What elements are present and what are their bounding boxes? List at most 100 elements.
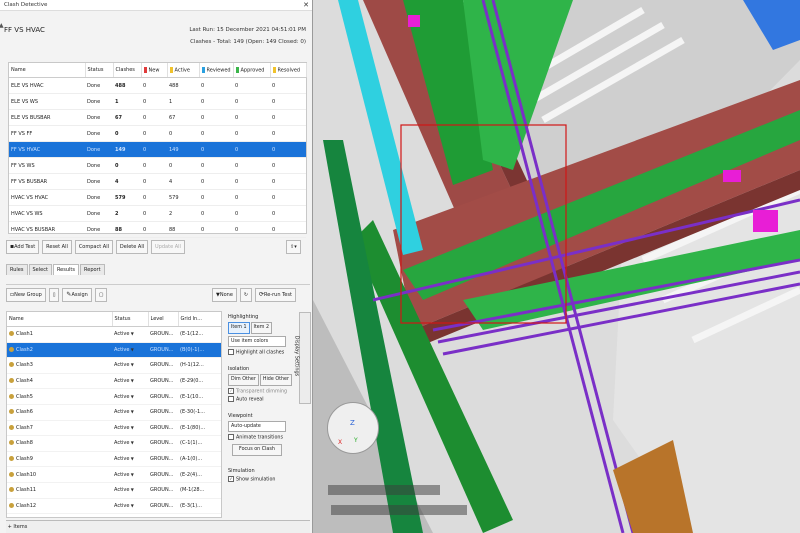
tests-col-new[interactable]: New xyxy=(141,63,168,78)
tests-col-clashes[interactable]: Clashes xyxy=(113,63,142,78)
clash-row[interactable]: Clash1 Active ▼ GROUN... (E-1(12... xyxy=(7,326,221,343)
compact-all-button[interactable]: Compact All xyxy=(74,240,113,254)
model-scene[interactable] xyxy=(313,0,800,533)
new-group-button[interactable]: ▫New Group xyxy=(6,288,46,302)
view-gizmo[interactable]: Z X Y xyxy=(327,402,379,454)
clash-row[interactable]: Clash9 Active ▼ GROUN... (A-1(0)... xyxy=(7,451,221,468)
clash-row[interactable]: Clash11 Active ▼ GROUN... (M-1(28... xyxy=(7,482,221,499)
results-col-status[interactable]: Status xyxy=(112,312,149,327)
tab-results[interactable]: Results xyxy=(52,264,79,275)
item2-button[interactable]: Item 2 xyxy=(250,322,272,334)
tab-report[interactable]: Report xyxy=(80,264,105,275)
results-body: Clash1 Active ▼ GROUN... (E-1(12... Clash2 Ac… xyxy=(7,326,221,517)
test-row[interactable]: FF VS FF Done 0 0 0 0 0 0 xyxy=(9,125,306,142)
test-cell: 0 xyxy=(233,125,270,142)
test-row[interactable]: ELE VS BUSBAR Done 67 0 67 0 0 0 xyxy=(9,109,306,126)
results-col-name[interactable]: Name xyxy=(7,312,113,327)
highlight-all-checkbox[interactable]: Highlight all clashes xyxy=(228,349,294,356)
results-header-row: Name Status Level Grid In... xyxy=(7,312,221,327)
test-row[interactable]: FF VS HVAC Done 149 0 149 0 0 0 xyxy=(9,141,306,158)
clash-row[interactable]: Clash5 Active ▼ GROUN... (E-1(10... xyxy=(7,388,221,405)
clash-row[interactable]: Clash6 Active ▼ GROUN... (E-30(-1... xyxy=(7,404,221,421)
clash-row[interactable]: Clash2 Active ▼ GROUN... (B(0)-1(... xyxy=(7,342,221,359)
test-row[interactable]: HVAC VS WS Done 2 0 2 0 0 0 xyxy=(9,205,306,222)
transparent-dimming-checkbox[interactable]: ✓ Transparent dimming xyxy=(228,387,294,394)
item1-button[interactable]: Item 1 xyxy=(228,322,250,334)
hide-other-button[interactable]: Hide Other xyxy=(259,373,292,386)
test-cell: 0 xyxy=(233,205,270,222)
test-row[interactable]: HVAC VS BUSBAR Done 88 0 88 0 0 0 xyxy=(9,221,306,238)
tests-col-approved[interactable]: Approved xyxy=(233,63,271,78)
clash-cell-text: GROUN... xyxy=(150,409,174,416)
status-dropdown-icon[interactable]: ▼ xyxy=(129,378,134,383)
assign-button[interactable]: ✎Assign xyxy=(62,288,92,302)
3d-viewport[interactable]: Z X Y xyxy=(313,0,800,533)
test-cell: 0 xyxy=(113,157,141,174)
update-all-button[interactable]: Update All xyxy=(151,240,185,254)
column-label: Name xyxy=(11,67,26,73)
clash-cell: (E-1(10... xyxy=(178,388,221,405)
clash-row[interactable]: Clash8 Active ▼ GROUN... (C-1(1)... xyxy=(7,435,221,452)
status-dropdown-icon[interactable]: ▼ xyxy=(129,456,134,461)
clash-row[interactable]: Clash7 Active ▼ GROUN... (E-1(80)... xyxy=(7,420,221,437)
test-row[interactable]: ELE VS WS Done 1 0 1 0 0 0 xyxy=(9,93,306,110)
animate-transitions-checkbox[interactable]: Animate transitions xyxy=(228,433,294,440)
clash-status-icon xyxy=(9,502,14,508)
results-table: Name Status Level Grid In... Clash1 Active ▼… xyxy=(6,311,222,518)
export-icon[interactable]: ⇪▾ xyxy=(286,240,301,254)
status-dropdown-icon[interactable]: ▼ xyxy=(129,362,134,367)
results-col-gridin[interactable]: Grid In... xyxy=(178,312,221,327)
tests-col-status[interactable]: Status xyxy=(85,63,114,78)
status-dropdown-icon[interactable]: ▼ xyxy=(129,503,134,508)
status-dropdown-icon[interactable]: ▼ xyxy=(129,347,134,352)
tests-col-reviewed[interactable]: Reviewed xyxy=(199,63,234,78)
status-dropdown-icon[interactable]: ▼ xyxy=(129,472,134,477)
tab-select[interactable]: Select xyxy=(28,264,52,275)
status-dropdown-icon[interactable]: ▼ xyxy=(129,409,134,414)
show-simulation-checkbox[interactable]: ✓ Show simulation xyxy=(228,476,294,483)
column-label: New xyxy=(148,67,160,74)
refresh-icon[interactable]: ↻ xyxy=(239,288,253,302)
tab-rules[interactable]: Rules xyxy=(6,264,28,275)
close-icon[interactable]: ✕ xyxy=(303,0,309,10)
clash-cell: Clash8 xyxy=(7,435,112,452)
filter-dropdown[interactable]: ▼None xyxy=(212,288,237,302)
clash-row[interactable]: Clash4 Active ▼ GROUN... (E-29(0... xyxy=(7,373,221,390)
clash-row[interactable]: Clash10 Active ▼ GROUN... (E-2(4)... xyxy=(7,466,221,483)
display-settings-tab[interactable]: Display Settings xyxy=(293,312,311,404)
tests-col-resolved[interactable]: Resolved xyxy=(270,63,307,78)
axis-y-label: Y xyxy=(354,437,358,444)
dim-other-button[interactable]: Dim Other xyxy=(228,373,259,386)
test-row[interactable]: HVAC VS HVAC Done 579 0 579 0 0 0 xyxy=(9,189,306,206)
status-dropdown-icon[interactable]: ▼ xyxy=(129,440,134,445)
test-row[interactable]: FF VS BUSBAR Done 4 0 4 0 0 0 xyxy=(9,173,306,190)
items-bar[interactable]: + Items xyxy=(6,520,310,533)
clash-row[interactable]: Clash13Active ▼GROUN...(G-37(1... xyxy=(7,513,221,517)
delete-all-button[interactable]: Delete All xyxy=(115,240,149,254)
clash-row[interactable]: Clash3 Active ▼ GROUN... (H-1(12... xyxy=(7,357,221,374)
viewpoint-select[interactable]: Auto-update xyxy=(228,420,286,432)
status-dropdown-icon[interactable]: ▼ xyxy=(129,331,134,336)
add-test-button[interactable]: ▪Add Test xyxy=(6,240,40,254)
clash-row[interactable]: Clash12 Active ▼ GROUN... (E-3(1)... xyxy=(7,498,221,515)
tests-col-active[interactable]: Active xyxy=(167,63,200,78)
focus-on-clash-button[interactable]: Focus on Clash xyxy=(232,444,282,456)
status-dropdown-icon[interactable]: ▼ xyxy=(129,394,134,399)
isolation-label: Isolation xyxy=(228,365,250,372)
current-test-name: FF VS HVAC xyxy=(4,26,45,34)
reset-all-button[interactable]: Reset All xyxy=(42,240,72,254)
ungroup-icon[interactable]: ▯ xyxy=(48,288,60,302)
results-col-level[interactable]: Level xyxy=(148,312,179,327)
test-row[interactable]: FF VS WS Done 0 0 0 0 0 0 xyxy=(9,157,306,174)
highlight-color-select[interactable]: Use item colors xyxy=(228,336,286,347)
test-cell: Done xyxy=(85,93,113,110)
comment-icon[interactable]: ▢ xyxy=(94,288,108,302)
rerun-test-button[interactable]: ⟳Re-run Test xyxy=(254,288,296,302)
test-cell: 0 xyxy=(233,221,270,238)
test-row[interactable]: ELE VS HVAC Done 488 0 488 0 0 0 xyxy=(9,77,306,94)
status-dropdown-icon[interactable]: ▼ xyxy=(129,487,134,492)
tests-col-name[interactable]: Name xyxy=(9,63,86,78)
auto-reveal-checkbox[interactable]: Auto reveal xyxy=(228,396,294,403)
status-dropdown-icon[interactable]: ▼ xyxy=(129,425,134,430)
clash-status-icon xyxy=(9,471,14,477)
